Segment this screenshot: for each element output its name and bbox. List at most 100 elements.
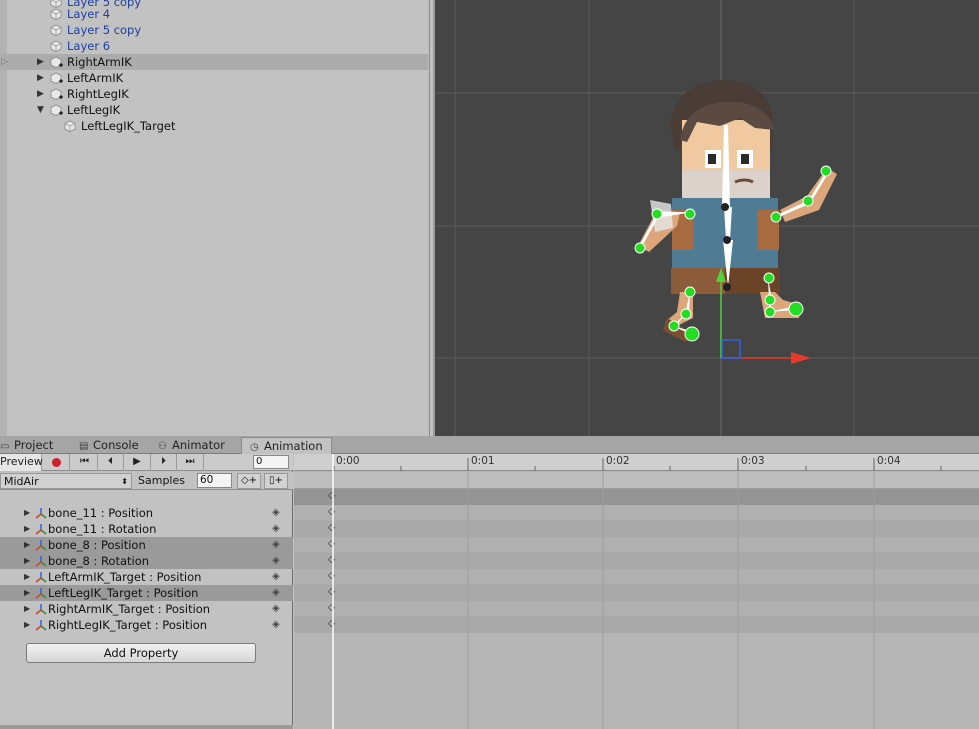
- tab-console[interactable]: ▤ Console: [79, 437, 139, 454]
- keyframe-diamond-icon[interactable]: ◇: [328, 587, 335, 597]
- ruler-label: 0:02: [606, 455, 630, 467]
- gameobject-icon: [50, 24, 62, 36]
- hierarchy-item[interactable]: ▶ RightLegIK: [0, 86, 428, 102]
- character-sprite[interactable]: [638, 80, 837, 342]
- scene-view[interactable]: [433, 0, 979, 436]
- keyframe-diamond-icon[interactable]: ◇: [328, 571, 335, 581]
- property-row[interactable]: ▶ bone_11 : Rotation ◈: [0, 521, 293, 537]
- keyframe-diamond-icon[interactable]: ◈: [272, 585, 280, 601]
- dropdown-caret-icon: ⬍: [121, 477, 128, 486]
- expand-arrow-icon[interactable]: ▶: [24, 585, 30, 601]
- add-event-button[interactable]: ▯+: [264, 473, 288, 489]
- expand-arrow-icon[interactable]: ▶: [24, 537, 30, 553]
- expand-arrow-icon[interactable]: ▶: [24, 601, 30, 617]
- keyframe-diamond-icon[interactable]: ◇: [328, 603, 335, 613]
- keyframe-diamond-icon[interactable]: ◈: [272, 601, 280, 617]
- record-icon: [52, 458, 61, 467]
- expand-arrow-icon[interactable]: ▶: [37, 70, 47, 86]
- keyframe-diamond-icon[interactable]: ◈: [272, 569, 280, 585]
- keyframe-diamond-icon[interactable]: ◈: [272, 505, 280, 521]
- keyframe-track[interactable]: ◇: [294, 601, 979, 617]
- drag-handle-icon[interactable]: ▷: [1, 54, 11, 70]
- property-row[interactable]: ▶ bone_8 : Rotation ◈: [0, 553, 293, 569]
- first-keyframe-button[interactable]: ⏮: [72, 454, 98, 471]
- keyframe-diamond-icon[interactable]: ◈: [272, 537, 280, 553]
- preview-button[interactable]: Preview: [0, 454, 43, 471]
- expand-arrow-icon[interactable]: ▶: [24, 505, 30, 521]
- gameobject-plus-icon: [50, 56, 63, 68]
- keyframe-track[interactable]: ◇: [294, 569, 979, 585]
- property-row[interactable]: ▶ RightLegIK_Target : Position ◈: [0, 617, 293, 633]
- transform-icon: [35, 524, 47, 535]
- hierarchy-item[interactable]: Layer 4: [0, 6, 428, 22]
- keyframe-track[interactable]: ◇: [294, 537, 979, 553]
- record-button[interactable]: [44, 454, 70, 471]
- tab-animator[interactable]: ⚇ Animator: [158, 437, 225, 454]
- hierarchy-item[interactable]: ▷ ▶ RightArmIK: [0, 54, 428, 70]
- keyframe-diamond-icon[interactable]: ◈: [272, 617, 280, 633]
- prev-keyframe-button[interactable]: ⏴: [98, 454, 124, 471]
- expand-arrow-icon[interactable]: ▶: [24, 521, 30, 537]
- play-button[interactable]: ▶: [124, 454, 151, 471]
- transform-icon: [35, 572, 47, 583]
- hierarchy-item-label: Layer 4: [67, 7, 111, 21]
- step-forward-icon: ⏵: [161, 456, 166, 467]
- time-ruler[interactable]: 0:00 0:01 0:02 0:03 0:04: [294, 454, 979, 471]
- expand-arrow-icon[interactable]: ▶: [37, 54, 47, 70]
- keyframe-diamond-icon[interactable]: ◇: [328, 619, 335, 629]
- keyframe-diamond-icon[interactable]: ◇: [328, 507, 335, 517]
- tab-animation[interactable]: ◷ Animation: [241, 437, 332, 455]
- property-row[interactable]: ▶ LeftLegIK_Target : Position ◈: [0, 585, 293, 601]
- add-event-icon: ▯+: [269, 475, 283, 486]
- event-row[interactable]: [294, 472, 979, 489]
- ruler-label: 0:03: [741, 455, 765, 467]
- keyframe-diamond-icon[interactable]: ◇: [328, 539, 335, 549]
- keyframe-diamond-icon[interactable]: ◈: [272, 553, 280, 569]
- hierarchy-item[interactable]: LeftLegIK_Target: [0, 118, 428, 134]
- last-keyframe-button[interactable]: ⏭: [177, 454, 204, 471]
- next-keyframe-button[interactable]: ⏵: [151, 454, 177, 471]
- hierarchy-item[interactable]: ▼ LeftLegIK: [0, 102, 428, 118]
- hierarchy-item[interactable]: Layer 5 copy: [0, 22, 428, 38]
- animation-properties-panel: Preview ⏮ ⏴ ▶ ⏵ ⏭ 0 MidAir ⬍ Samples 60 …: [0, 454, 293, 729]
- keyframe-diamond-icon[interactable]: ◈: [272, 521, 280, 537]
- transform-icon: [35, 540, 47, 551]
- tab-project[interactable]: ▭ Project: [0, 437, 53, 454]
- keyframe-diamond-icon[interactable]: ◇: [328, 523, 335, 533]
- frame-input[interactable]: 0: [253, 455, 289, 469]
- samples-input[interactable]: 60: [197, 473, 232, 488]
- summary-keyframe-row[interactable]: ◇: [294, 489, 979, 505]
- skip-first-icon: ⏮: [80, 456, 89, 467]
- gameobject-plus-icon: [50, 104, 63, 116]
- hierarchy-item-label: Layer 5 copy: [67, 23, 142, 37]
- add-keyframe-button[interactable]: ◇+: [237, 473, 261, 489]
- collapse-arrow-icon[interactable]: ▼: [37, 102, 47, 118]
- expand-arrow-icon[interactable]: ▶: [24, 569, 30, 585]
- clip-dropdown[interactable]: MidAir ⬍: [0, 473, 132, 489]
- animator-icon: ⚇: [158, 441, 167, 452]
- hierarchy-item-label: RightLegIK: [67, 87, 129, 101]
- keyframe-track[interactable]: ◇: [294, 617, 979, 633]
- expand-arrow-icon[interactable]: ▶: [37, 86, 47, 102]
- property-row[interactable]: ▶ RightArmIK_Target : Position ◈: [0, 601, 293, 617]
- expand-arrow-icon[interactable]: ▶: [24, 553, 30, 569]
- step-back-icon: ⏴: [108, 456, 113, 467]
- transform-icon: [35, 620, 47, 631]
- property-row[interactable]: ▶ bone_8 : Position ◈: [0, 537, 293, 553]
- hierarchy-item[interactable]: ▶ LeftArmIK: [0, 70, 428, 86]
- add-property-button[interactable]: Add Property: [26, 643, 256, 663]
- keyframe-diamond-icon[interactable]: ◇: [328, 555, 335, 565]
- gameobject-icon: [50, 40, 62, 52]
- keyframe-track[interactable]: ◇: [294, 505, 979, 521]
- expand-arrow-icon[interactable]: ▶: [24, 617, 30, 633]
- folder-icon: ▭: [0, 441, 10, 452]
- keyframe-track[interactable]: ◇: [294, 553, 979, 569]
- hierarchy-item[interactable]: Layer 6: [0, 38, 428, 54]
- keyframe-track[interactable]: ◇: [294, 521, 979, 537]
- keyframe-track[interactable]: ◇: [294, 585, 979, 601]
- property-row[interactable]: ▶ bone_11 : Position ◈: [0, 505, 293, 521]
- scene-canvas[interactable]: [435, 0, 979, 436]
- property-row[interactable]: ▶ LeftArmIK_Target : Position ◈: [0, 569, 293, 585]
- dopesheet-timeline[interactable]: 0:00 0:01 0:02 0:03 0:04 ◇ ◇ ◇ ◇ ◇ ◇ ◇ ◇…: [294, 454, 979, 729]
- keyframe-diamond-icon[interactable]: ◇: [328, 491, 335, 501]
